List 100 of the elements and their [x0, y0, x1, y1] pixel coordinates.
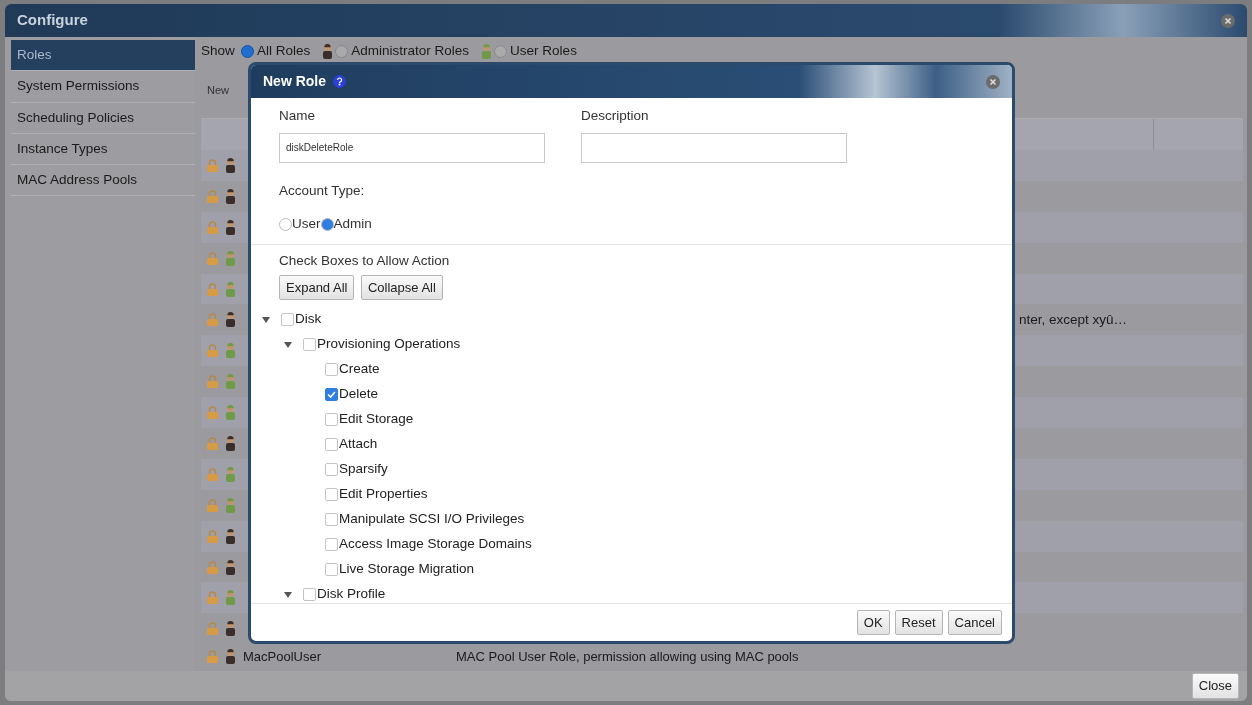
sidebar-item[interactable]: Instance Types: [11, 133, 195, 165]
person-icon: [226, 435, 235, 451]
checkbox[interactable]: [325, 412, 338, 426]
lock-icon: [207, 467, 218, 481]
sidebar-item[interactable]: System Permissions: [11, 71, 195, 103]
expand-all-button[interactable]: Expand All: [279, 274, 355, 301]
checkbox-label: Access Image Storage Domains: [339, 535, 532, 554]
checkbox[interactable]: [303, 337, 316, 351]
table-cell-text: nter, except xyû…: [1019, 310, 1129, 329]
lock-icon: [207, 158, 218, 172]
radio-button[interactable]: [335, 44, 349, 58]
lock-icon: [207, 344, 218, 358]
permissions-label: Check Boxes to Allow Action: [279, 252, 451, 271]
person-icon: [226, 250, 235, 266]
ok-button[interactable]: OK: [856, 609, 890, 635]
checkbox-label: Manipulate SCSI I/O Privileges: [339, 510, 525, 529]
lock-icon: [207, 313, 218, 327]
lock-icon: [207, 498, 218, 512]
person-icon: [226, 312, 235, 328]
checkbox-label: Edit Storage: [339, 410, 414, 429]
checkbox-label: Attach: [339, 435, 378, 454]
checkbox-label: Disk Profile: [317, 585, 386, 602]
radio-button[interactable]: [240, 44, 254, 58]
checkbox-label: Create: [339, 360, 380, 379]
checkbox[interactable]: [325, 437, 338, 451]
radio-label: All Roles: [257, 41, 311, 60]
sidebar-item[interactable]: MAC Address Pools: [11, 165, 195, 197]
description-label: Description: [581, 107, 650, 125]
radio-button[interactable]: [279, 217, 292, 231]
collapse-all-button[interactable]: Collapse All: [360, 274, 443, 301]
person-icon: [226, 343, 235, 359]
expand-toggle-icon[interactable]: [261, 314, 271, 325]
radio-label: Admin: [333, 215, 372, 233]
checkbox-label: Disk: [295, 310, 322, 329]
account-type-label: Account Type:: [279, 181, 366, 200]
person-icon: [226, 281, 235, 297]
checkbox[interactable]: [325, 512, 338, 526]
lock-icon: [207, 189, 218, 203]
lock-icon: [207, 220, 218, 234]
name-label: Name: [279, 107, 316, 125]
description-field[interactable]: [581, 132, 847, 163]
lock-icon: [207, 436, 218, 450]
radio-button[interactable]: [320, 217, 334, 231]
new-button[interactable]: New: [201, 81, 235, 99]
person-icon: [226, 405, 235, 421]
close-icon[interactable]: [1221, 13, 1235, 28]
person-icon: [226, 648, 235, 664]
checkbox[interactable]: [325, 462, 338, 476]
lock-icon: [207, 560, 218, 574]
close-button[interactable]: Close: [1191, 673, 1239, 699]
lock-icon: [207, 282, 218, 296]
person-icon: [481, 43, 491, 59]
expand-toggle-icon[interactable]: [283, 339, 293, 350]
lock-icon: [207, 406, 218, 420]
checkbox-label: Edit Properties: [339, 485, 428, 504]
person-icon: [226, 157, 235, 173]
lock-icon: [207, 591, 218, 605]
sidebar-item[interactable]: Scheduling Policies: [11, 102, 195, 134]
checkbox[interactable]: [325, 387, 338, 401]
person-icon: [226, 466, 235, 482]
checkbox[interactable]: [281, 312, 294, 326]
checkbox[interactable]: [325, 362, 338, 376]
person-icon: [226, 559, 235, 575]
help-icon[interactable]: [332, 75, 346, 88]
person-icon: [226, 219, 235, 235]
checkbox-label: Sparsify: [339, 460, 388, 479]
person-icon: [226, 497, 235, 513]
checkbox-label: Delete: [339, 385, 379, 404]
radio-label: User Roles: [510, 41, 577, 60]
checkbox-label: Live Storage Migration: [339, 560, 475, 579]
window-title: Configure: [17, 10, 88, 31]
radio-label: User: [292, 215, 321, 233]
radio-button[interactable]: [493, 44, 507, 58]
table-cell-text: MAC Pool User Role, permission allowing using MAC pools: [456, 647, 799, 666]
person-icon: [226, 528, 235, 544]
person-icon: [226, 188, 235, 204]
person-icon: [226, 590, 235, 606]
lock-icon: [207, 649, 218, 663]
reset-button[interactable]: Reset: [894, 609, 943, 635]
checkbox[interactable]: [325, 562, 338, 576]
checkbox[interactable]: [325, 537, 338, 551]
person-icon: [322, 43, 332, 59]
checkbox[interactable]: [303, 587, 316, 601]
lock-icon: [207, 251, 218, 265]
expand-toggle-icon[interactable]: [283, 589, 293, 600]
sidebar-item[interactable]: Roles: [11, 40, 195, 72]
lock-icon: [207, 529, 218, 543]
cancel-button[interactable]: Cancel: [947, 609, 1002, 635]
dialog-title: New Role: [263, 72, 326, 91]
close-icon[interactable]: [986, 74, 1000, 89]
radio-label: Administrator Roles: [351, 41, 470, 60]
table-cell-text: MacPoolUser: [243, 647, 323, 666]
lock-icon: [207, 622, 218, 636]
person-icon: [226, 374, 235, 390]
name-field[interactable]: diskDeleteRole: [279, 132, 545, 163]
checkbox-label: Provisioning Operations: [317, 335, 461, 354]
lock-icon: [207, 375, 218, 389]
show-label: Show: [201, 41, 235, 60]
person-icon: [226, 621, 235, 637]
checkbox[interactable]: [325, 487, 338, 501]
